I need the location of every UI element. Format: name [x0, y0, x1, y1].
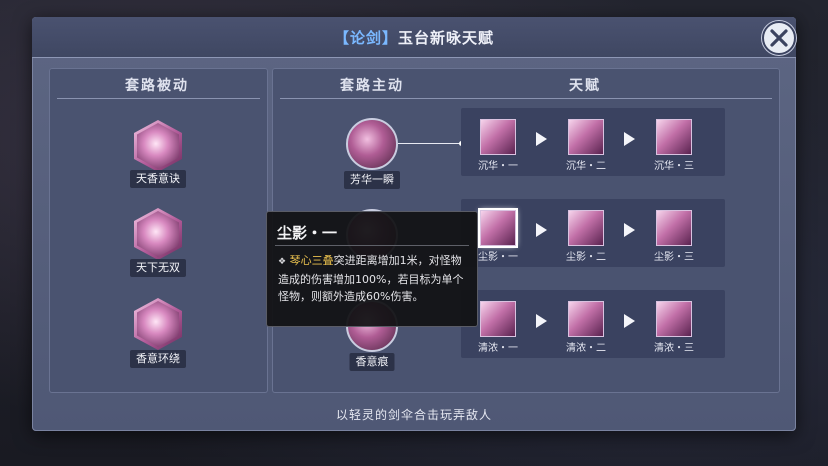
talent-header: 天赋 — [569, 78, 601, 94]
passive-skill-1[interactable] — [134, 120, 182, 172]
active-divider — [280, 98, 772, 99]
active-skill-label: 芳华一瞬 — [344, 171, 400, 189]
talent-row-2: 尘影・一 尘影・二 尘影・三 — [461, 199, 725, 267]
passive-skill-label: 天下无双 — [130, 259, 186, 277]
talent-node[interactable] — [480, 301, 516, 337]
passive-divider — [57, 98, 260, 99]
talent-label: 沉华・三 — [654, 161, 694, 172]
arrow-right-icon — [624, 132, 635, 146]
close-button[interactable] — [762, 21, 796, 55]
talent-node-selected[interactable] — [480, 210, 516, 246]
talent-label: 沉华・一 — [478, 161, 518, 172]
talent-node[interactable] — [656, 301, 692, 337]
talent-node[interactable] — [656, 210, 692, 246]
diamond-icon: ❖ — [278, 257, 287, 267]
talent-label: 尘影・一 — [478, 252, 518, 263]
talent-node[interactable] — [568, 119, 604, 155]
passive-header: 套路被动 — [125, 78, 189, 94]
talent-node[interactable] — [656, 119, 692, 155]
arrow-right-icon — [624, 314, 635, 328]
window-title: 【论剑】玉台新咏天赋 — [32, 27, 796, 48]
active-header: 套路主动 — [340, 78, 404, 94]
passive-panel: 套路被动 天香意诀 天下无双 香意环绕 — [49, 68, 268, 393]
active-skill-1[interactable] — [346, 118, 398, 170]
talent-label: 清浓・二 — [566, 343, 606, 354]
arrow-right-icon — [536, 314, 547, 328]
talent-tooltip: 尘影・一 ❖ 琴心三叠突进距离增加1米，对怪物造成的伤害增加100%，若目标为单… — [266, 211, 478, 327]
title-bar: 【论剑】玉台新咏天赋 — [32, 17, 796, 58]
footer-description: 以轻灵的剑伞合击玩弄敌人 — [335, 408, 492, 422]
talent-label: 沉华・二 — [566, 161, 606, 172]
talent-row-3: 清浓・一 清浓・二 清浓・三 — [461, 290, 725, 358]
arrow-right-icon — [624, 223, 635, 237]
talent-node[interactable] — [568, 301, 604, 337]
talent-row-1: 沉华・一 沉华・二 沉华・三 — [461, 108, 725, 176]
passive-skill-label: 香意环绕 — [130, 350, 186, 368]
talent-label: 清浓・三 — [654, 343, 694, 354]
tooltip-divider — [275, 245, 469, 246]
arrow-right-icon — [536, 223, 547, 237]
close-icon — [770, 29, 788, 47]
title-tag: 【论剑】 — [333, 29, 398, 47]
title-text: 玉台新咏天赋 — [398, 29, 495, 47]
talent-label: 尘影・二 — [566, 252, 606, 263]
passive-skill-label: 天香意诀 — [130, 170, 186, 188]
passive-skill-2[interactable] — [134, 208, 182, 260]
skill-connector — [398, 143, 462, 144]
active-skill-label: 香意痕 — [349, 353, 395, 371]
talent-node[interactable] — [480, 119, 516, 155]
tooltip-title: 尘影・一 — [277, 224, 338, 242]
talent-node[interactable] — [568, 210, 604, 246]
passive-skill-3[interactable] — [134, 298, 182, 350]
arrow-right-icon — [536, 132, 547, 146]
talent-label: 清浓・一 — [478, 343, 518, 354]
talent-label: 尘影・三 — [654, 252, 694, 263]
tooltip-highlight: 琴心三叠 — [289, 254, 334, 267]
tooltip-body: ❖ 琴心三叠突进距离增加1米，对怪物造成的伤害增加100%，若目标为单个怪物，则… — [278, 252, 470, 305]
